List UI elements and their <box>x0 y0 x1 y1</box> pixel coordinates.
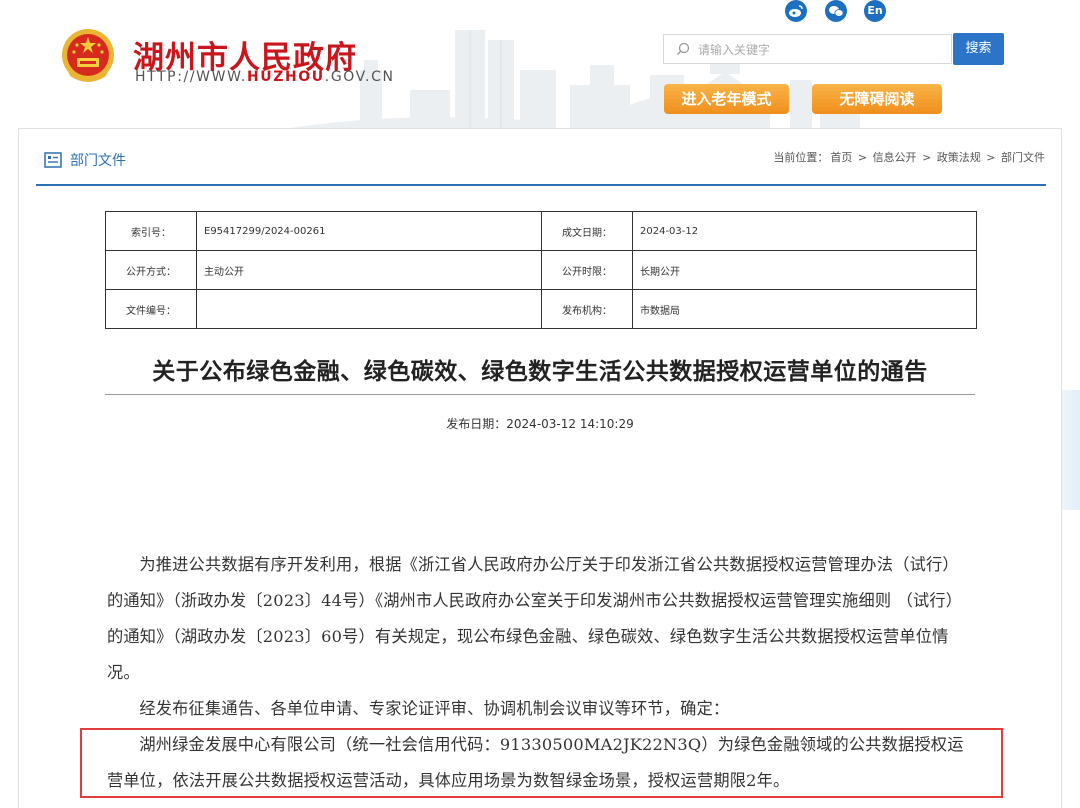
weibo-icon[interactable] <box>785 0 807 22</box>
site-header: 湖州市人民政府 HTTP://WWW.HUZHOU.GOV.CN En 搜索 进… <box>0 0 1080 128</box>
side-decoration <box>1062 390 1080 510</box>
publisher-label: 发布机构： <box>541 289 633 329</box>
table-row: 文件编号： 发布机构： 市数据局 <box>105 289 977 329</box>
search-icon <box>677 42 690 55</box>
breadcrumb-separator: > <box>857 151 868 164</box>
section-title: 部门文件 <box>70 153 126 169</box>
breadcrumb-prefix: 当前位置： <box>773 151 829 164</box>
english-icon[interactable]: En <box>864 0 886 22</box>
mode-label: 公开方式： <box>105 250 197 290</box>
mode-value: 主动公开 <box>196 250 542 290</box>
publish-date: 发布日期：2024-03-12 14:10:29 <box>0 415 1080 432</box>
publish-date-label: 发布日期： <box>446 417 507 431</box>
breadcrumb-home[interactable]: 首页 <box>830 151 852 164</box>
doc-number-label: 文件编号： <box>105 289 197 329</box>
elder-mode-button[interactable]: 进入老年模式 <box>664 84 789 114</box>
highlight-box <box>80 728 1003 798</box>
document-list-icon <box>44 152 62 168</box>
search-box[interactable] <box>663 34 952 64</box>
breadcrumb-info-public[interactable]: 信息公开 <box>873 151 917 164</box>
publish-date-value: 2024-03-12 14:10:29 <box>506 417 634 431</box>
document-meta-table: 索引号： E95417299/2024-00261 成文日期： 2024-03-… <box>105 211 977 329</box>
table-row: 索引号： E95417299/2024-00261 成文日期： 2024-03-… <box>105 211 977 251</box>
period-value: 长期公开 <box>632 250 977 290</box>
article-paragraph: 为推进公共数据有序开发利用，根据《浙江省人民政府办公厅关于印发浙江省公共数据授权… <box>107 555 963 682</box>
site-url-suffix: .GOV.CN <box>324 69 395 85</box>
breadcrumb: 当前位置： 首页 > 信息公开 > 政策法规 > 部门文件 <box>772 149 1046 165</box>
index-value: E95417299/2024-00261 <box>196 211 542 251</box>
wechat-icon[interactable] <box>825 0 847 22</box>
doc-number-value <box>196 289 542 329</box>
period-label: 公开时限： <box>541 250 633 290</box>
breadcrumb-separator: > <box>922 151 932 164</box>
breadcrumb-separator: > <box>986 151 996 164</box>
breadcrumb-dept-docs[interactable]: 部门文件 <box>1001 151 1045 164</box>
table-row: 公开方式： 主动公开 公开时限： 长期公开 <box>105 250 977 290</box>
search-input[interactable] <box>696 39 940 61</box>
index-label: 索引号： <box>105 211 197 251</box>
site-url: HTTP://WWW.HUZHOU.GOV.CN <box>135 69 395 85</box>
publisher-value: 市数据局 <box>632 289 977 329</box>
national-emblem-icon <box>62 29 114 82</box>
date-value: 2024-03-12 <box>632 211 977 251</box>
site-url-domain: HUZHOU <box>246 69 325 85</box>
search-button[interactable]: 搜索 <box>953 33 1004 65</box>
article-title: 关于公布绿色金融、绿色碳效、绿色数字生活公共数据授权运营单位的通告 <box>105 352 975 395</box>
site-url-prefix: HTTP://WWW. <box>135 69 247 85</box>
section-header: 部门文件 当前位置： 首页 > 信息公开 > 政策法规 > 部门文件 <box>36 140 1046 186</box>
breadcrumb-policy[interactable]: 政策法规 <box>937 151 981 164</box>
article-paragraph: 经发布征集通告、各单位申请、专家论证评审、协调机制会议审议等环节，确定： <box>139 699 730 718</box>
accessible-reading-button[interactable]: 无障碍阅读 <box>812 84 942 114</box>
date-label: 成文日期： <box>541 211 633 251</box>
